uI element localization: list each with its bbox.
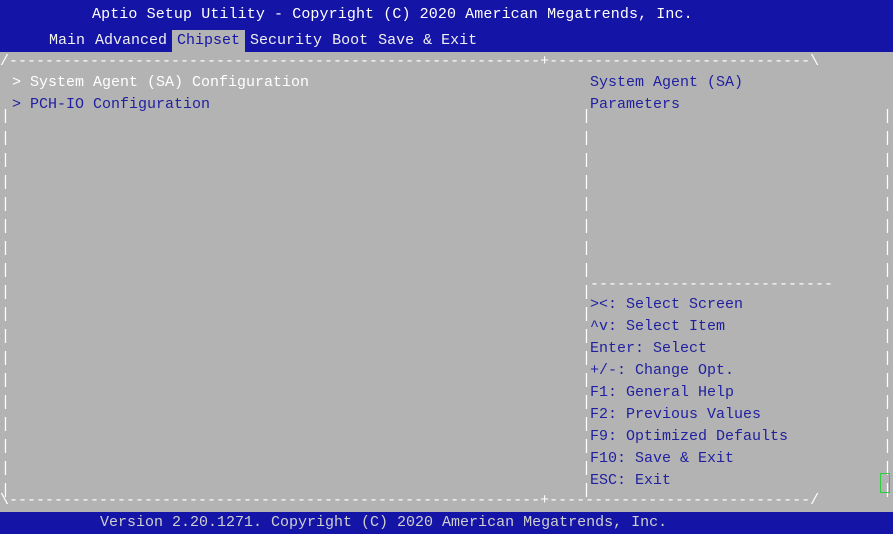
- top-bar: Aptio Setup Utility - Copyright (C) 2020…: [0, 0, 893, 52]
- key-legend: ><: Select Screen ^v: Select Item Enter:…: [590, 294, 788, 492]
- frame-top-border: /---------------------------------------…: [0, 53, 820, 70]
- tab-boot[interactable]: Boot: [327, 30, 373, 52]
- tab-advanced[interactable]: Advanced: [90, 30, 172, 52]
- tab-security[interactable]: Security: [245, 30, 327, 52]
- key-hint-previous-values: F2: Previous Values: [590, 406, 762, 423]
- app-title: Aptio Setup Utility - Copyright (C) 2020…: [92, 6, 693, 23]
- bottom-bar: Version 2.20.1271. Copyright (C) 2020 Am…: [0, 512, 893, 534]
- key-hint-enter: Enter: Select: [590, 340, 708, 357]
- tab-bar: Main Advanced Chipset Security Boot Save…: [44, 30, 482, 52]
- version-text: Version 2.20.1271. Copyright (C) 2020 Am…: [100, 514, 668, 531]
- key-hint-select-item: ^v: Select Item: [590, 318, 726, 335]
- text-cursor: [880, 473, 890, 493]
- tab-main[interactable]: Main: [44, 30, 90, 52]
- key-hint-change-opt: +/-: Change Opt.: [590, 362, 735, 379]
- frame-left-border: | | | | | | | | | | | | | | | | | |: [1, 108, 11, 499]
- key-hint-general-help: F1: General Help: [590, 384, 735, 401]
- tab-chipset[interactable]: Chipset: [172, 30, 246, 52]
- tab-save-exit[interactable]: Save & Exit: [373, 30, 482, 52]
- menu-list: > System Agent (SA) Configuration > PCH-…: [12, 72, 309, 116]
- help-panel: System Agent (SA) Parameters: [590, 72, 743, 116]
- help-line: Parameters: [590, 96, 681, 113]
- key-hint-select-screen: ><: Select Screen: [590, 296, 744, 313]
- help-separator: ---------------------------: [590, 276, 834, 293]
- key-hint-optimized-defaults: F9: Optimized Defaults: [590, 428, 789, 445]
- key-hint-esc-exit: ESC: Exit: [590, 472, 672, 489]
- menu-item-pch-io-config[interactable]: > PCH-IO Configuration: [12, 94, 309, 116]
- help-line: System Agent (SA): [590, 74, 744, 91]
- menu-item-system-agent-config[interactable]: > System Agent (SA) Configuration: [12, 72, 309, 94]
- key-hint-save-exit: F10: Save & Exit: [590, 450, 735, 467]
- frame-right-border: | | | | | | | | | | | | | | | | | |: [883, 108, 893, 499]
- frame-bottom-border: \---------------------------------------…: [0, 492, 820, 509]
